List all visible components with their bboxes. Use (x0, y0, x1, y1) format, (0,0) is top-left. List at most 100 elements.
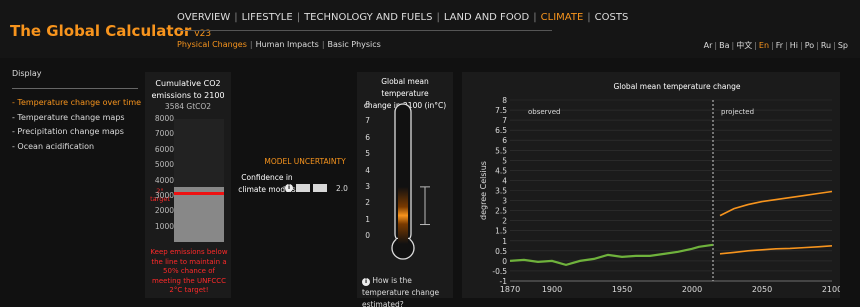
y-tick-label: 6 (502, 136, 507, 145)
co2-axis-tick: 6000 (154, 144, 174, 154)
info-icon[interactable]: i (285, 184, 293, 192)
cumulative-co2-panel: Cumulative CO2 emissions to 2100 3584 Gt… (145, 72, 231, 298)
nav-item-land-and-food[interactable]: LAND AND FOOD (444, 12, 529, 23)
temperature-panel: Global mean temperature change in 2100 (… (357, 72, 453, 307)
subnav-separator: | (321, 40, 325, 49)
y-tick-label: 3 (502, 197, 507, 206)
header: The Global Calculator v23 OVERVIEW | LIFEST… (0, 0, 860, 58)
nav-separator: | (436, 12, 440, 23)
sidebar: Display - Temperature change over time - … (12, 69, 142, 156)
y-tick-label: 6.5 (495, 126, 507, 135)
temperature-chart-panel: Global mean temperature change 8 7.5 7 6.5 6 5… (462, 72, 840, 298)
thermometer-tick: 6 (365, 132, 370, 142)
co2-target-line (174, 191, 224, 195)
y-tick-label: 4.5 (495, 166, 507, 175)
co2-title-line-1: Cumulative CO2 (155, 79, 221, 88)
thermometer-tick: 2 (365, 198, 370, 208)
co2-axis-tick: 2000 (154, 206, 174, 216)
nav-separator: | (296, 12, 301, 23)
subnav-item-human-impacts[interactable]: Human Impacts (256, 40, 319, 49)
nav-separator: | (587, 12, 591, 23)
x-tick-label: 1900 (542, 285, 562, 294)
sidebar-item-1[interactable]: - Temperature change over time (12, 98, 142, 113)
language-item-fr[interactable]: Fr (776, 41, 783, 50)
co2-value-label: 3584 GtCO2 (164, 102, 212, 111)
language-separator: | (833, 41, 836, 50)
y-tick-label: 7 (502, 116, 507, 125)
nav-item-climate[interactable]: CLIMATE (541, 12, 584, 23)
language-item-hi[interactable]: Hi (790, 41, 798, 50)
thermometer-tick: 1 (365, 214, 370, 224)
thermometer-tick: 7 (365, 116, 370, 126)
main-nav: OVERVIEW | LIFESTYLE | TECHNOLOGY AND FUELS |… (177, 12, 628, 23)
language-item-sp[interactable]: Sp (838, 41, 848, 50)
y-tick-label: -0.5 (492, 267, 507, 276)
subnav-separator: | (249, 40, 253, 49)
language-separator: | (800, 41, 803, 50)
co2-axis-tick: 4000 (154, 175, 174, 185)
y-tick-label: 2.5 (495, 207, 507, 216)
sidebar-item-4[interactable]: - Ocean acidification (12, 142, 142, 157)
co2-axis-tick: 3000 (154, 190, 174, 200)
nav-divider (177, 30, 552, 31)
app-title: The Global Calculator (10, 22, 192, 40)
co2-panel-title: Cumulative CO2 emissions to 2100 (145, 78, 231, 102)
x-tick-label: 1950 (612, 285, 632, 294)
confidence-value: 2.0 (336, 184, 348, 193)
confidence-option-low[interactable] (296, 184, 310, 192)
language-item-ar[interactable]: Ar (704, 41, 713, 50)
nav-item-technology-and-fuels[interactable]: TECHNOLOGY AND FUELS (304, 12, 432, 23)
chart-title: Global mean temperature change (613, 82, 740, 91)
subnav-item-basic-physics[interactable]: Basic Physics (328, 40, 381, 49)
x-tick-label: 2050 (752, 285, 772, 294)
sidebar-divider (12, 88, 138, 89)
y-tick-label: 2 (502, 217, 507, 226)
co2-bar (174, 186, 224, 242)
language-item-中文[interactable]: 中文 (736, 41, 752, 50)
y-tick-label: 1.5 (495, 227, 507, 236)
y-tick-label: 0 (502, 257, 507, 266)
x-tick-label: 1870 (500, 285, 520, 294)
nav-item-lifestyle[interactable]: LIFESTYLE (242, 12, 293, 23)
subnav-item-physical-changes[interactable]: Physical Changes (177, 40, 247, 49)
y-tick-label: 1 (502, 237, 507, 246)
sidebar-item-2[interactable]: - Temperature change maps (12, 113, 142, 128)
thermometer-fill (398, 186, 408, 244)
thermometer-tick: 5 (365, 149, 370, 159)
projected-annotation: projected (721, 108, 754, 116)
co2-axis-tick: 1000 (154, 221, 174, 231)
y-tick-label: 8 (502, 96, 507, 105)
y-tick-label: 7.5 (495, 106, 507, 115)
language-item-en[interactable]: En (759, 41, 769, 50)
info-icon[interactable]: i (362, 278, 370, 286)
co2-axis-tick: 8000 (154, 114, 174, 123)
co2-title-line-2: emissions to 2100 (151, 91, 225, 100)
app-logo[interactable]: The Global Calculator v23 (10, 22, 211, 40)
y-tick-label: 0.5 (495, 247, 507, 256)
nav-item-overview[interactable]: OVERVIEW (177, 12, 230, 23)
nav-separator: | (234, 12, 238, 23)
thermometer-tick: 3 (365, 181, 370, 191)
sidebar-menu: - Temperature change over time - Temperat… (12, 98, 142, 156)
thermometer-tick: 8 (365, 100, 370, 109)
language-separator: | (771, 41, 774, 50)
y-tick-label: 5 (502, 156, 507, 165)
language-item-ru[interactable]: Ru (821, 41, 831, 50)
nav-item-costs[interactable]: COSTS (595, 12, 629, 23)
co2-axis-tick: 7000 (154, 129, 174, 139)
thermometer-footer[interactable]: i How is the temperature change estimate… (362, 275, 454, 307)
language-item-ba[interactable]: Ba (719, 41, 729, 50)
thermometer-tick: 4 (365, 165, 370, 175)
observed-series-line-1 (509, 243, 714, 267)
thermometer-footer-text: How is the temperature change estimated? (362, 276, 440, 307)
language-separator: | (731, 41, 735, 50)
x-tick-label: 2000 (682, 285, 702, 294)
sidebar-item-3[interactable]: - Precipitation change maps (12, 127, 142, 142)
projected-series-line-3 (719, 245, 833, 255)
language-item-po[interactable]: Po (805, 41, 814, 50)
co2-warning-note: Keep emissions below the line to maintai… (150, 248, 228, 294)
temperature-line-chart: Global mean temperature change 87.576.56 5… (479, 82, 840, 294)
language-separator: | (714, 41, 718, 50)
confidence-option-high[interactable] (313, 184, 327, 192)
x-tick-label: 2100 (822, 285, 840, 294)
